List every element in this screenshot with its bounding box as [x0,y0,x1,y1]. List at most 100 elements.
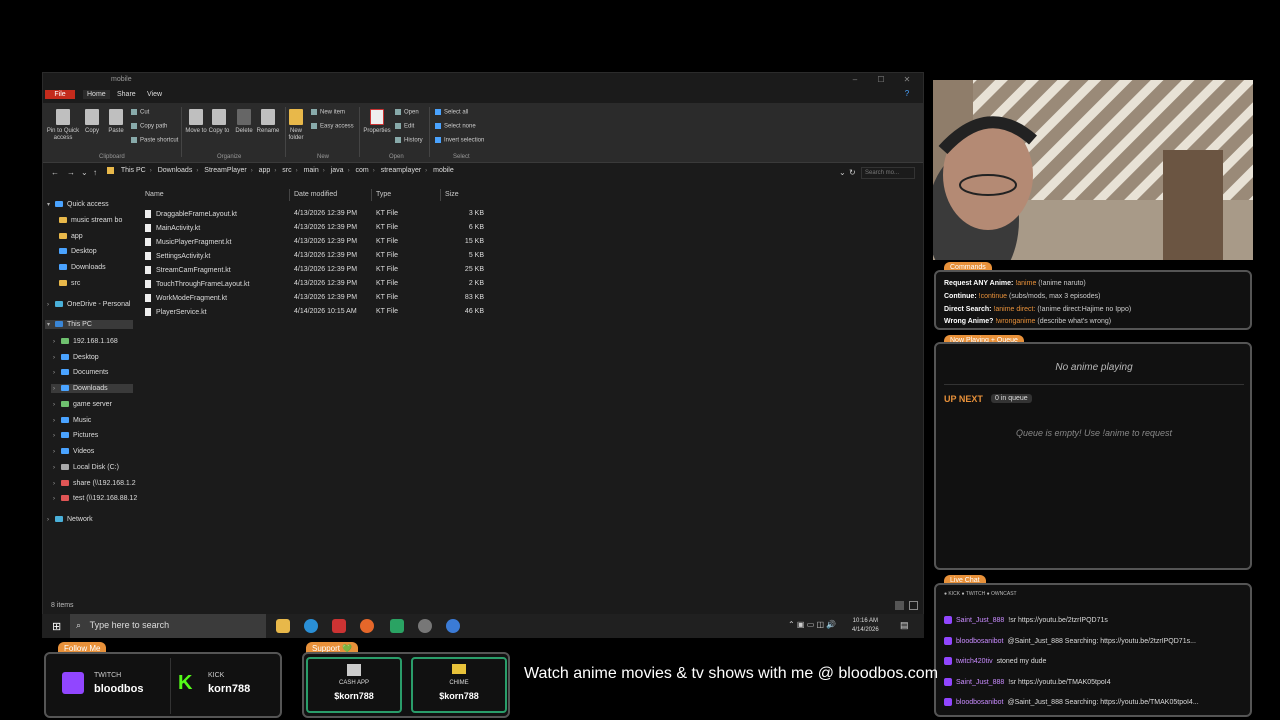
nav-item[interactable]: Desktop [59,248,97,255]
delete-button[interactable]: Delete [231,109,257,135]
nav-this-pc[interactable]: ▾ This PC [45,320,133,329]
chevron-right-icon: › [53,481,55,487]
tab-file[interactable]: File [45,90,75,99]
breadcrumb-item[interactable]: main [304,167,319,174]
breadcrumb-item[interactable]: src [282,167,291,174]
refresh-icon[interactable]: ↻ [849,168,856,177]
column-header-date[interactable]: Date modified [294,191,337,198]
system-tray-icons[interactable]: ⌃ ▣ ▭ ◫ 🔊 [788,620,836,629]
paste-shortcut-button[interactable]: Paste shortcut [131,137,178,144]
forward-arrow-icon[interactable]: → [67,168,75,177]
breadcrumb-item[interactable]: java [331,167,344,174]
nav-item[interactable]: Downloads [59,264,106,271]
file-explorer-icon[interactable] [276,619,290,633]
obs-icon[interactable] [418,619,432,633]
chevron-down-icon[interactable]: ⌄ [839,168,846,177]
breadcrumb[interactable]: This PC › Downloads › StreamPlayer › app › s… [107,167,837,179]
edge-browser-icon[interactable] [304,619,318,633]
easy-access-icon [311,123,317,129]
nav-onedrive[interactable]: › OneDrive - Personal [47,301,130,308]
notification-icon[interactable]: ▤ [900,620,909,631]
pin-quick-access-button[interactable]: Pin to Quick access [45,109,81,142]
invert-selection-button[interactable]: Invert selection [435,137,484,144]
firefox-icon[interactable] [360,619,374,633]
close-button[interactable]: ✕ [895,75,919,84]
desktop-icon [61,354,69,361]
large-icons-view-icon[interactable] [909,601,918,610]
nav-item[interactable]: › Videos [53,448,94,455]
breadcrumb-item[interactable]: com [356,167,369,174]
column-header-type[interactable]: Type [376,191,391,198]
tab-view[interactable]: View [143,90,166,99]
breadcrumb-item[interactable]: This PC [121,167,146,174]
history-button[interactable]: History [395,137,423,144]
nav-item[interactable]: › Music [53,417,91,424]
new-item-button[interactable]: New item [311,109,345,116]
column-divider[interactable] [440,189,441,201]
nav-item[interactable]: › Downloads [51,384,133,393]
chevron-down-icon[interactable]: ⌄ [81,168,88,177]
chevron-right-icon: › [47,302,49,308]
copy-to-button[interactable]: Copy to [206,109,232,135]
nav-item[interactable]: › 192.168.1.168 [53,338,118,345]
back-arrow-icon[interactable]: ← [51,168,59,177]
nav-item[interactable]: › Documents [53,369,108,376]
windows-start-icon[interactable]: ⊞ [52,620,61,633]
file-row[interactable]: SettingsActivity.kt 4/13/2026 12:39 PM K… [143,250,493,263]
breadcrumb-item[interactable]: app [259,167,271,174]
column-divider[interactable] [289,189,290,201]
nav-item[interactable]: › game server [53,401,112,408]
search-input[interactable]: Search mo... [861,167,915,179]
taskbar-search-input[interactable]: ⌕ Type here to search [70,614,266,638]
column-divider[interactable] [371,189,372,201]
nav-item[interactable]: src [59,280,80,287]
breadcrumb-item[interactable]: StreamPlayer [204,167,246,174]
maximize-button[interactable]: ☐ [869,75,893,84]
up-arrow-icon[interactable]: ↑ [93,168,97,177]
copy-path-icon [131,123,137,129]
file-row[interactable]: MusicPlayerFragment.kt 4/13/2026 12:39 P… [143,236,493,249]
nav-item[interactable]: › Local Disk (C:) [53,464,119,471]
breadcrumb-item[interactable]: mobile [433,167,454,174]
column-header-name[interactable]: Name [145,191,164,198]
details-view-icon[interactable] [895,601,904,610]
minimize-button[interactable]: – [843,75,867,84]
file-row[interactable]: TouchThroughFrameLayout.kt 4/13/2026 12:… [143,278,493,291]
breadcrumb-item[interactable]: streamplayer [381,167,421,174]
nav-item[interactable]: app [59,233,83,240]
nav-item[interactable]: › test (\\192.168.88.12 [53,495,137,502]
help-icon[interactable]: ? [895,89,919,98]
file-row[interactable]: StreamCamFragment.kt 4/13/2026 12:39 PM … [143,264,493,277]
easy-access-button[interactable]: Easy access [311,123,354,130]
browser-icon[interactable] [446,619,460,633]
breadcrumb-item[interactable]: Downloads [158,167,193,174]
file-row[interactable]: MainActivity.kt 4/13/2026 12:39 PM KT Fi… [143,222,493,235]
nav-item[interactable]: music stream bo [59,217,122,224]
rename-button[interactable]: Rename [255,109,281,135]
file-row[interactable]: WorkModeFragment.kt 4/13/2026 12:39 PM K… [143,292,493,305]
tab-home[interactable]: Home [83,90,110,99]
paste-button[interactable]: Paste [103,109,129,135]
copy-button[interactable]: Copy [79,109,105,135]
nav-item[interactable]: › Pictures [53,432,98,439]
copy-path-button[interactable]: Copy path [131,123,167,130]
queue-count-badge: 0 in queue [991,394,1032,403]
cut-button[interactable]: Cut [131,109,149,116]
nav-item[interactable]: › share (\\192.168.1.2 [53,480,136,487]
nav-quick-access[interactable]: ▾ Quick access [47,201,109,208]
nav-item[interactable]: › Desktop [53,354,99,361]
new-folder-button[interactable]: New folder [283,109,309,142]
tab-share[interactable]: Share [113,90,140,99]
file-row[interactable]: PlayerService.kt 4/14/2026 10:15 AM KT F… [143,306,493,319]
clock[interactable]: 10:16 AM 4/14/2026 [852,617,879,635]
select-none-button[interactable]: Select none [435,123,476,130]
select-all-button[interactable]: Select all [435,109,468,116]
app-icon[interactable] [332,619,346,633]
terminal-icon[interactable] [390,619,404,633]
edit-button[interactable]: Edit [395,123,414,130]
properties-button[interactable]: Properties [361,109,393,135]
column-header-size[interactable]: Size [445,191,459,198]
file-row[interactable]: DraggableFrameLayout.kt 4/13/2026 12:39 … [143,208,493,221]
open-button[interactable]: Open [395,109,419,116]
nav-network[interactable]: › Network [47,516,93,523]
